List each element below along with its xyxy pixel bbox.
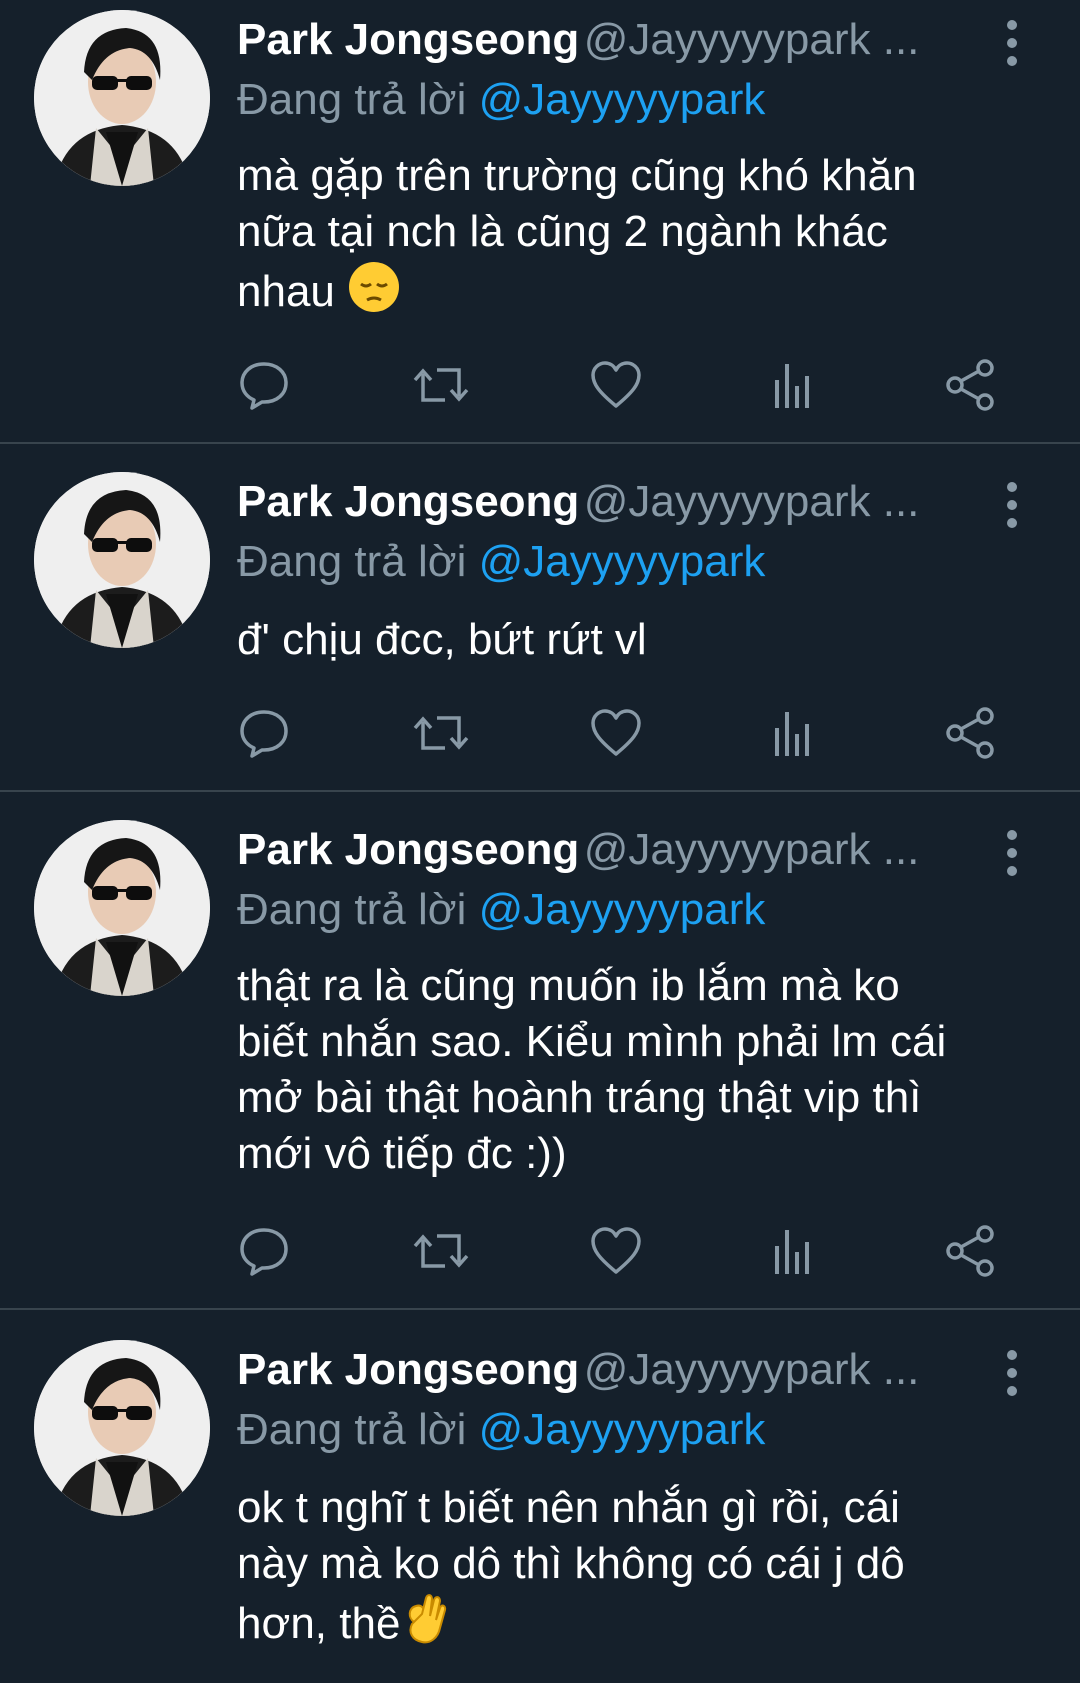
retweet-icon[interactable] <box>411 1224 471 1284</box>
retweet-icon[interactable] <box>411 358 471 418</box>
share-icon[interactable] <box>943 706 1003 766</box>
avatar-image <box>34 472 210 648</box>
reply-handle-link[interactable]: @Jayyyyypark <box>479 537 766 586</box>
analytics-icon[interactable] <box>769 358 829 418</box>
reply-icon[interactable] <box>237 358 297 418</box>
avatar[interactable] <box>34 10 210 186</box>
tweet-text: đ' chịu đcc, bứt rứt vl <box>237 612 1037 668</box>
tweet[interactable]: Park Jongseong @Jayyyyypark ... Đang trả… <box>0 444 1080 790</box>
reply-label: Đang trả lời <box>237 537 467 586</box>
reply-icon[interactable] <box>237 706 297 766</box>
reply-handle-link[interactable]: @Jayyyyypark <box>479 75 766 124</box>
author-name[interactable]: Park Jongseong <box>237 15 579 64</box>
tweet-text-line: thật ra là cũng muốn ib lắm mà ko <box>237 961 900 1010</box>
reply-icon[interactable] <box>237 1224 297 1284</box>
avatar[interactable] <box>34 1340 210 1516</box>
author-handle[interactable]: @Jayyyyypark ... <box>584 15 920 64</box>
reply-handle-link[interactable]: @Jayyyyypark <box>479 885 766 934</box>
avatar-image <box>34 820 210 996</box>
reply-context: Đang trả lời @Jayyyyypark <box>237 1400 765 1460</box>
tweet-text-line: mà gặp trên trường cũng khó khăn <box>237 151 917 200</box>
tweet-header: Park Jongseong @Jayyyyypark ... <box>237 472 950 532</box>
heart-icon[interactable] <box>589 706 649 766</box>
author-handle[interactable]: @Jayyyyypark ... <box>584 477 920 526</box>
retweet-icon[interactable] <box>411 706 471 766</box>
pensive-face-icon <box>347 260 401 328</box>
tweet-text-line: biết nhắn sao. Kiểu mình phải lm cái <box>237 1017 947 1066</box>
more-vertical-icon[interactable] <box>998 828 1026 878</box>
tweet[interactable]: Park Jongseong @Jayyyyypark ... Đang trả… <box>0 1310 1080 1683</box>
tweet-header: Park Jongseong @Jayyyyypark ... <box>237 1340 950 1400</box>
reply-context: Đang trả lời @Jayyyyypark <box>237 70 765 130</box>
reply-context: Đang trả lời @Jayyyyypark <box>237 532 765 592</box>
share-icon[interactable] <box>943 358 1003 418</box>
tweet-header: Park Jongseong @Jayyyyypark ... <box>237 820 950 880</box>
tweet-text-line: đ' chịu đcc, bứt rứt vl <box>237 615 647 664</box>
share-icon[interactable] <box>943 1224 1003 1284</box>
avatar-image <box>34 10 210 186</box>
tweet[interactable]: Park Jongseong @Jayyyyypark ... Đang trả… <box>0 0 1080 442</box>
tweet-actions <box>237 706 1017 766</box>
author-name[interactable]: Park Jongseong <box>237 825 579 874</box>
reply-handle-link[interactable]: @Jayyyyypark <box>479 1405 766 1454</box>
reply-context: Đang trả lời @Jayyyyypark <box>237 880 765 940</box>
avatar[interactable] <box>34 472 210 648</box>
author-name[interactable]: Park Jongseong <box>237 1345 579 1394</box>
author-name[interactable]: Park Jongseong <box>237 477 579 526</box>
tweet-header: Park Jongseong @Jayyyyypark ... <box>237 10 950 70</box>
avatar-image <box>34 1340 210 1516</box>
tweet-text-line: nhau <box>237 260 1037 328</box>
tweet-actions <box>237 358 1017 418</box>
tweet-text-line: ok t nghĩ t biết nên nhắn gì rồi, cái <box>237 1483 900 1532</box>
tweet-text-line-content: nhau <box>237 267 335 316</box>
tweet-text-line: này mà ko dô thì không có cái j dô <box>237 1539 905 1588</box>
tweet-text-line: nữa tại nch là cũng 2 ngành khác <box>237 207 888 256</box>
ok-hand-icon <box>400 1592 450 1660</box>
tweet-text: ok t nghĩ t biết nên nhắn gì rồi, cái nà… <box>237 1480 1037 1660</box>
author-handle[interactable]: @Jayyyyypark ... <box>584 825 920 874</box>
heart-icon[interactable] <box>589 358 649 418</box>
analytics-icon[interactable] <box>769 1224 829 1284</box>
reply-label: Đang trả lời <box>237 1405 467 1454</box>
reply-label: Đang trả lời <box>237 885 467 934</box>
more-vertical-icon[interactable] <box>998 1348 1026 1398</box>
analytics-icon[interactable] <box>769 706 829 766</box>
tweet-text: thật ra là cũng muốn ib lắm mà ko biết n… <box>237 958 1037 1182</box>
reply-label: Đang trả lời <box>237 75 467 124</box>
tweet-text-line: hơn, thề <box>237 1592 1037 1660</box>
tweet-text-line-content: hơn, thề <box>237 1599 401 1648</box>
tweet-actions <box>237 1224 1017 1284</box>
author-handle[interactable]: @Jayyyyypark ... <box>584 1345 920 1394</box>
tweet-text-line: mở bài thật hoành tráng thật vip thì <box>237 1073 922 1122</box>
tweet[interactable]: Park Jongseong @Jayyyyypark ... Đang trả… <box>0 792 1080 1308</box>
tweet-text-line: mới vô tiếp đc :)) <box>237 1129 567 1178</box>
more-vertical-icon[interactable] <box>998 18 1026 68</box>
avatar[interactable] <box>34 820 210 996</box>
more-vertical-icon[interactable] <box>998 480 1026 530</box>
tweet-text: mà gặp trên trường cũng khó khăn nữa tại… <box>237 148 1037 328</box>
heart-icon[interactable] <box>589 1224 649 1284</box>
